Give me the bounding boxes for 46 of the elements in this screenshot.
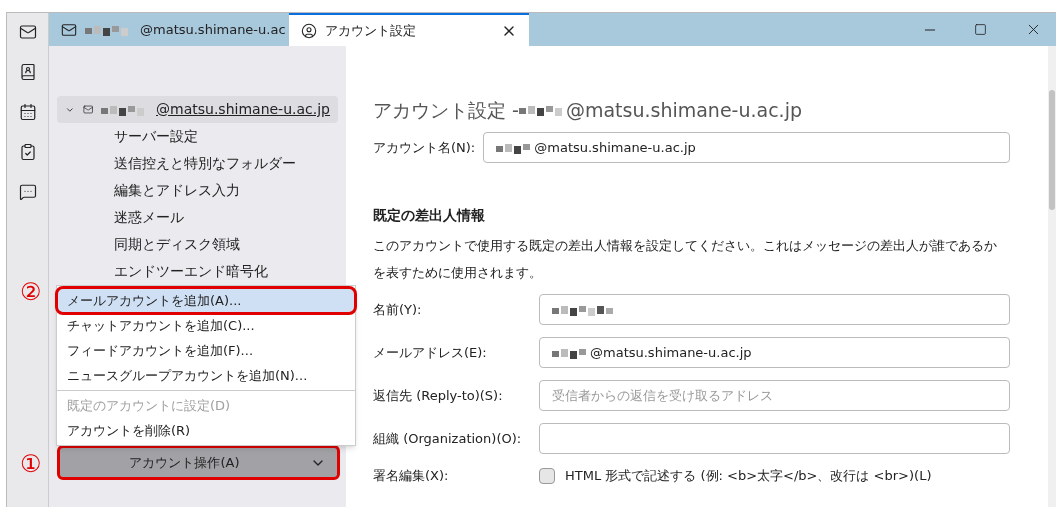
settings-tree-item[interactable]: 迷惑メール — [49, 204, 184, 231]
maximize-icon[interactable] — [974, 23, 987, 36]
input-field[interactable] — [539, 294, 1010, 325]
address-book-icon[interactable] — [18, 63, 37, 81]
input-field[interactable] — [539, 423, 1010, 454]
menu-item[interactable]: メールアカウントを追加(A)... — [57, 288, 355, 313]
clipboard-check-icon[interactable] — [18, 143, 37, 161]
tab-title: アカウント設定 — [325, 21, 416, 40]
field-label: メールアドレス(E): — [373, 343, 488, 362]
menu-item[interactable]: ニュースグループアカウントを追加(N)... — [57, 363, 355, 388]
field-label: 名前(Y): — [373, 300, 423, 319]
checkbox-label: HTML 形式で記述する (例: <b>太字</b>、改行は <br>)(L) — [565, 467, 932, 485]
section-description: このアカウントで使用する既定の差出人情報を設定してください。これはメッセージの差出人が誰であるかを表すために使用されます。 — [373, 237, 998, 282]
calendar-icon[interactable] — [18, 103, 37, 121]
settings-tree-item[interactable]: 送信控えと特別なフォルダー — [49, 150, 296, 177]
account-tree-item[interactable]: @matsu.shimane-u.ac.jp — [57, 96, 338, 123]
pixelated-redaction-drawing — [518, 104, 564, 116]
chat-icon[interactable] — [18, 183, 37, 201]
menu-item[interactable]: アカウントを削除(R) — [57, 418, 355, 443]
settings-tree-item[interactable]: エンドツーエンド暗号化 — [49, 258, 268, 285]
tab[interactable]: アカウント設定 — [289, 13, 529, 46]
page-title-email: @matsu.shimane-u.ac.jp — [565, 97, 802, 123]
mail-icon — [61, 21, 77, 38]
field-label: 組織 (Organization)(O): — [373, 429, 523, 448]
scrollbar-thumb[interactable] — [1049, 90, 1055, 210]
settings-tree-item[interactable]: 編集とアドレス入力 — [49, 177, 240, 204]
field-label: 返信先 (Reply-to)(S): — [373, 386, 504, 405]
field-label: 署名編集(X): — [373, 467, 450, 485]
page-title: アカウント設定 - — [373, 97, 519, 123]
account-icon — [301, 22, 317, 39]
callout-number: ① — [20, 452, 42, 476]
input-field[interactable]: @matsu.shimane-u.ac.jp — [539, 337, 1010, 368]
checkbox[interactable] — [539, 467, 555, 484]
settings-tree-item[interactable]: サーバー設定 — [49, 123, 198, 150]
field-label: アカウント名(N): — [373, 138, 476, 157]
tab[interactable]: @matsu.shimane-u.ac — [49, 13, 289, 46]
section-heading: 既定の差出人情報 — [373, 206, 486, 225]
menu-item[interactable]: フィードアカウントを追加(F)... — [57, 338, 355, 363]
menu-item[interactable]: チャットアカウントを追加(C)... — [57, 313, 355, 338]
input-field[interactable]: @matsu.shimane-u.ac.jp — [483, 132, 1010, 163]
settings-tree-item[interactable]: 同期とディスク領域 — [49, 231, 240, 258]
mail-icon[interactable] — [18, 23, 37, 41]
account-actions-button[interactable]: アカウント操作(A) — [59, 447, 338, 478]
tab-title: @matsu.shimane-u.ac — [140, 20, 286, 39]
callout-number: ② — [20, 280, 42, 304]
mail-icon — [82, 102, 94, 117]
